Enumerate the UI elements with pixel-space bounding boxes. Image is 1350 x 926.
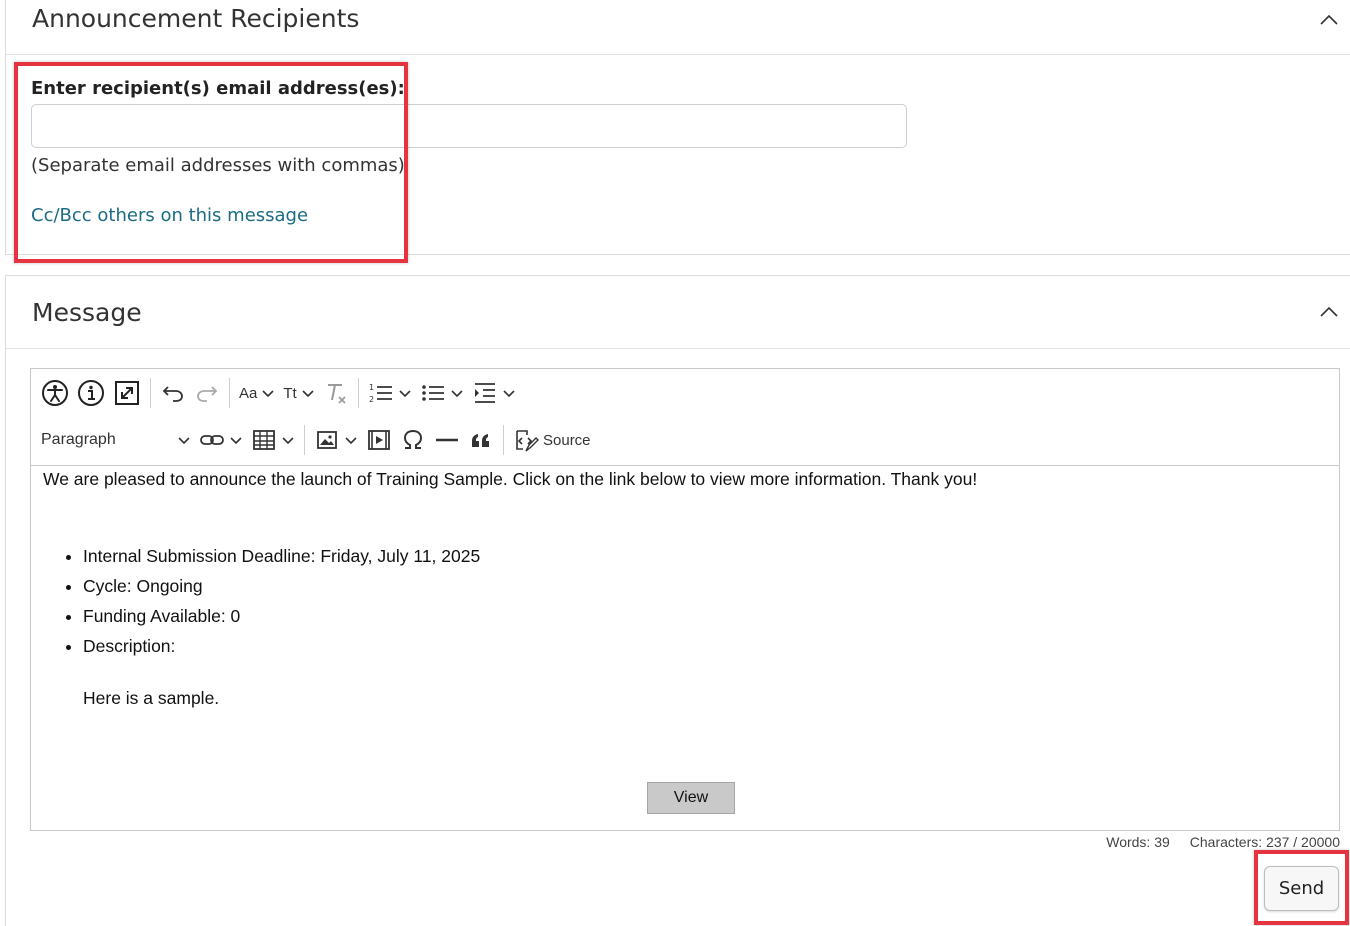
source-button[interactable]: Source <box>509 423 595 457</box>
list-item: Internal Submission Deadline: Friday, Ju… <box>83 545 480 575</box>
bulleted-list-dropdown[interactable] <box>416 376 468 410</box>
font-size-dropdown[interactable]: Tt <box>279 376 318 410</box>
svg-text:2: 2 <box>369 395 374 404</box>
toolbar-row-1: Aa Tt 1 2 <box>37 375 520 411</box>
editor-content-area[interactable]: We are pleased to announce the launch of… <box>43 466 1327 830</box>
word-count: Words: 39 <box>1106 834 1170 850</box>
table-icon <box>253 430 275 450</box>
undo-button[interactable] <box>156 376 190 410</box>
link-dropdown[interactable] <box>195 423 247 457</box>
remove-format-icon <box>327 384 346 404</box>
font-family-label: Aa <box>239 384 258 402</box>
maximize-icon <box>115 381 139 405</box>
toolbar-separator <box>229 378 230 408</box>
maximize-button[interactable] <box>109 376 145 410</box>
special-characters-button[interactable] <box>396 423 430 457</box>
info-icon <box>78 380 104 406</box>
media-embed-icon <box>368 430 390 450</box>
chevron-up-icon[interactable] <box>1319 302 1339 322</box>
info-button[interactable] <box>73 376 109 410</box>
intro-paragraph: We are pleased to announce the launch of… <box>43 469 978 489</box>
numbered-list-dropdown[interactable]: 1 2 <box>364 376 416 410</box>
list-item: Cycle: Ongoing <box>83 575 480 605</box>
indent-dropdown[interactable] <box>468 376 520 410</box>
email-hint-text: (Separate email addresses with commas) <box>31 155 405 176</box>
list-item: Description: <box>83 635 480 665</box>
chevron-down-icon <box>262 390 274 398</box>
toolbar-separator <box>150 378 151 408</box>
omega-icon <box>403 429 423 449</box>
source-icon <box>516 430 539 452</box>
accessibility-button[interactable] <box>37 376 73 410</box>
bulleted-list-icon <box>421 385 444 401</box>
view-button[interactable]: View <box>647 782 735 814</box>
character-count: Characters: 237 / 20000 <box>1189 834 1340 850</box>
message-panel-header[interactable]: Message <box>6 276 1350 349</box>
image-icon <box>317 431 337 449</box>
font-size-label: Tt <box>283 384 297 402</box>
block-quote-button[interactable] <box>464 423 498 457</box>
accessibility-icon <box>42 380 68 406</box>
undo-icon <box>162 386 183 402</box>
numbered-list-icon: 1 2 <box>369 383 392 404</box>
source-label: Source <box>543 431 591 449</box>
chevron-down-icon <box>178 437 190 445</box>
toolbar-separator <box>503 425 504 455</box>
media-embed-button[interactable] <box>362 423 396 457</box>
horizontal-line-icon <box>436 438 458 442</box>
svg-text:1: 1 <box>369 383 374 392</box>
cc-bcc-link[interactable]: Cc/Bcc others on this message <box>31 205 308 226</box>
recipients-panel: Announcement Recipients Enter recipient(… <box>5 0 1350 255</box>
redo-icon <box>197 386 218 402</box>
chevron-down-icon <box>302 390 314 398</box>
link-icon <box>200 435 224 445</box>
chevron-down-icon <box>282 437 294 445</box>
chevron-up-icon[interactable] <box>1319 10 1339 30</box>
editor-word-count: Words: 39 Characters: 237 / 20000 <box>1106 834 1340 850</box>
chevron-down-icon <box>230 437 242 445</box>
indent-icon <box>474 383 495 403</box>
toolbar-separator <box>304 425 305 455</box>
toolbar-separator <box>357 378 359 408</box>
recipient-email-input[interactable] <box>31 104 907 148</box>
chevron-down-icon <box>451 390 463 398</box>
list-item: Funding Available: 0 <box>83 605 480 635</box>
recipients-panel-title: Announcement Recipients <box>32 4 360 33</box>
horizontal-line-button[interactable] <box>430 423 464 457</box>
details-list: Internal Submission Deadline: Friday, Ju… <box>43 545 480 665</box>
chevron-down-icon <box>345 437 357 445</box>
rich-text-editor: Aa Tt 1 2 Paragraph Source We are please… <box>30 368 1340 831</box>
description-body: Here is a sample. <box>83 688 220 708</box>
remove-format-button[interactable] <box>319 376 353 410</box>
font-family-dropdown[interactable]: Aa <box>235 376 279 410</box>
paragraph-format-dropdown[interactable]: Paragraph <box>37 423 195 457</box>
quote-icon <box>472 434 489 447</box>
editor-toolbar: Aa Tt 1 2 Paragraph Source <box>31 369 1339 466</box>
table-dropdown[interactable] <box>247 423 299 457</box>
email-field-label: Enter recipient(s) email address(es): <box>31 78 405 99</box>
recipients-panel-header[interactable]: Announcement Recipients <box>6 0 1350 55</box>
toolbar-row-2: Paragraph Source <box>37 422 595 458</box>
message-panel-title: Message <box>32 298 142 327</box>
chevron-down-icon <box>503 390 515 398</box>
paragraph-format-label: Paragraph <box>41 431 116 448</box>
image-dropdown[interactable] <box>310 423 362 457</box>
chevron-down-icon <box>399 390 411 398</box>
redo-button[interactable] <box>190 376 224 410</box>
send-button[interactable]: Send <box>1264 866 1339 911</box>
